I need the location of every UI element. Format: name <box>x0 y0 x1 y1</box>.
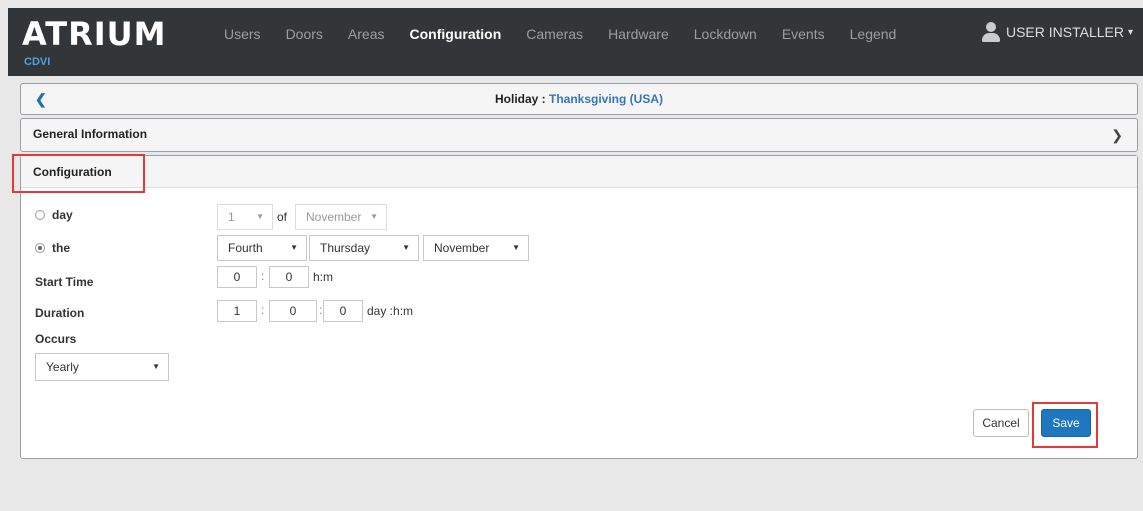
nav-lockdown[interactable]: Lockdown <box>694 24 757 46</box>
occurs-value: Yearly <box>46 360 79 374</box>
user-name: USER INSTALLER <box>1005 24 1124 40</box>
configuration-panel: Configuration day 1 ▼ of November ▼ the Fo… <box>20 155 1138 459</box>
caret-down-icon: ▾ <box>1127 26 1133 38</box>
holiday-header: ❮ Holiday : Thanksgiving (USA) <box>20 83 1138 115</box>
caret-down-icon: ▼ <box>402 243 410 252</box>
holiday-title: Holiday : Thanksgiving (USA) <box>21 92 1137 106</box>
day-number-select[interactable]: 1 ▼ <box>217 204 273 230</box>
duration-label: Duration <box>35 306 85 320</box>
holiday-label: Holiday : <box>494 92 546 106</box>
weekday-value: Thursday <box>320 241 371 255</box>
nav-legend[interactable]: Legend <box>850 24 897 46</box>
duration-separator-1: : <box>261 303 265 317</box>
configuration-highlight <box>12 154 145 193</box>
nav-areas[interactable]: Areas <box>348 24 385 46</box>
duration-hours-input[interactable]: 0 <box>269 300 317 322</box>
chevron-right-icon[interactable]: ❯ <box>1111 127 1123 144</box>
caret-down-icon: ▼ <box>512 243 520 252</box>
duration-minutes-input[interactable]: 0 <box>323 300 363 322</box>
the-month-value: November <box>434 241 490 255</box>
caret-down-icon: ▼ <box>152 362 160 371</box>
occurs-select[interactable]: Yearly ▼ <box>35 353 169 381</box>
main-nav: Users Doors Areas Configuration Cameras … <box>224 24 921 46</box>
nav-cameras[interactable]: Cameras <box>526 24 583 46</box>
day-number-value: 1 <box>228 210 235 224</box>
holiday-name: Thanksgiving (USA) <box>549 92 664 106</box>
day-month-select[interactable]: November ▼ <box>295 204 387 230</box>
the-radio[interactable] <box>35 243 45 253</box>
configuration-header: Configuration <box>21 156 1137 188</box>
user-icon <box>981 22 1000 42</box>
save-highlight <box>1032 402 1098 448</box>
start-hours-input[interactable]: 0 <box>217 266 257 288</box>
caret-down-icon: ▼ <box>290 243 298 252</box>
general-information-title: General Information <box>33 127 148 141</box>
nav-hardware[interactable]: Hardware <box>608 24 669 46</box>
time-separator: : <box>261 269 265 283</box>
general-information-panel[interactable]: General Information ❯ <box>20 118 1138 152</box>
the-month-select[interactable]: November ▼ <box>423 235 529 261</box>
start-time-unit: h:m <box>313 270 334 284</box>
duration-unit: day :h:m <box>367 304 414 318</box>
top-navbar: ATRIUM CDVI Users Doors Areas Configurat… <box>8 8 1143 76</box>
caret-down-icon: ▼ <box>370 212 378 221</box>
caret-down-icon: ▼ <box>256 212 264 221</box>
nav-users[interactable]: Users <box>224 24 261 46</box>
user-menu[interactable]: USER INSTALLER ▾ <box>981 22 1133 42</box>
atrium-logo[interactable]: ATRIUM <box>22 18 166 50</box>
start-minutes-input[interactable]: 0 <box>269 266 309 288</box>
nav-configuration[interactable]: Configuration <box>410 24 502 46</box>
nav-events[interactable]: Events <box>782 24 825 46</box>
duration-days-input[interactable]: 1 <box>217 300 257 322</box>
cdvi-logo: CDVI <box>24 56 51 68</box>
day-option[interactable]: day <box>35 208 73 222</box>
day-label: day <box>52 208 73 222</box>
start-time-label: Start Time <box>35 275 94 289</box>
cancel-button[interactable]: Cancel <box>973 409 1029 437</box>
day-month-value: November <box>306 210 362 224</box>
day-radio[interactable] <box>35 210 45 220</box>
ordinal-value: Fourth <box>228 241 263 255</box>
duration-separator-2: : <box>319 303 323 317</box>
the-label: the <box>52 241 70 255</box>
of-label: of <box>277 210 288 224</box>
the-option[interactable]: the <box>35 241 70 255</box>
occurs-label: Occurs <box>35 332 77 346</box>
ordinal-select[interactable]: Fourth ▼ <box>217 235 307 261</box>
weekday-select[interactable]: Thursday ▼ <box>309 235 419 261</box>
nav-doors[interactable]: Doors <box>286 24 323 46</box>
